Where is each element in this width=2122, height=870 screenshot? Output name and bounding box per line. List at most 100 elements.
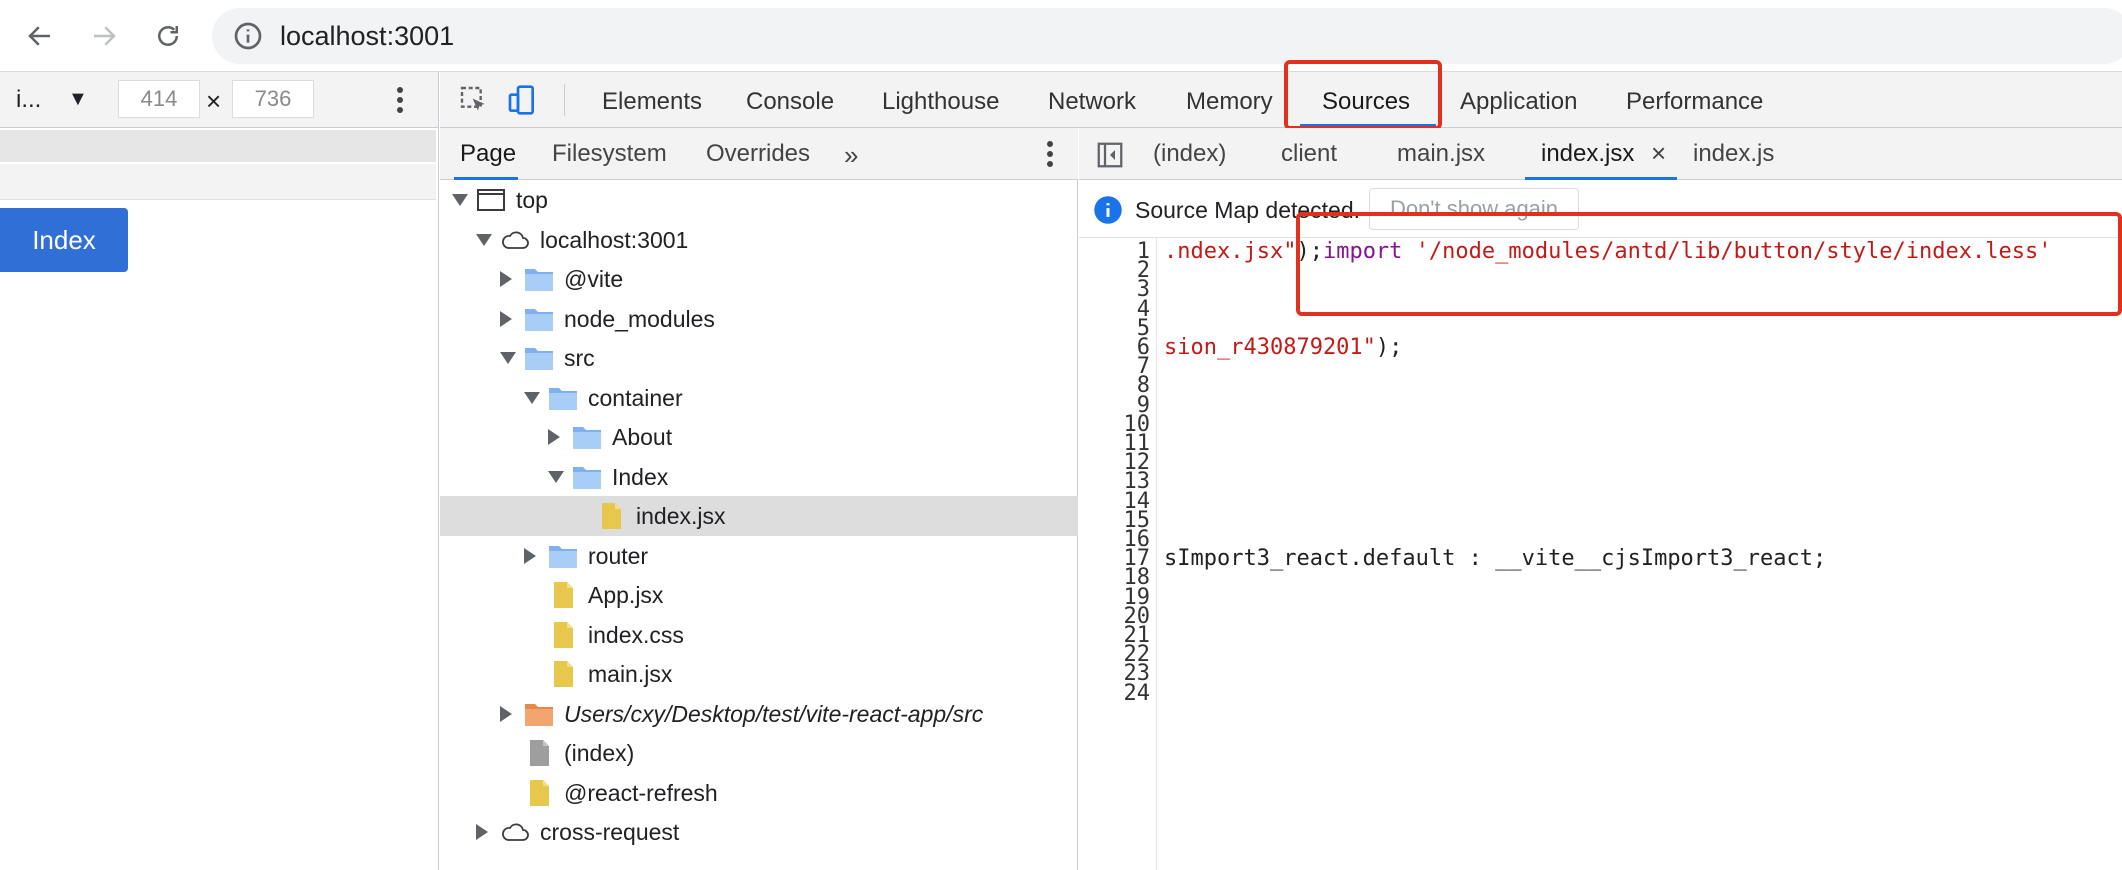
- caret-down-icon[interactable]: ▼: [68, 88, 88, 111]
- expand-arrow-icon[interactable]: [452, 194, 468, 206]
- line-number-gutter: 1 2 3 4 5 6 7 8 9 10 11 12 13 14 15 16 17 18 19 20 21 22 23 24: [1079, 238, 1157, 870]
- editor-tab-main-jsx[interactable]: main.jsx: [1397, 140, 1485, 168]
- device-viewport: i... ▼ 414 × 736 Index: [0, 72, 439, 870]
- line-number[interactable]: 24: [1080, 681, 1151, 706]
- device-select[interactable]: i...: [16, 86, 41, 114]
- width-input[interactable]: 414: [118, 80, 200, 118]
- tree-item[interactable]: main.jsx: [440, 654, 1078, 694]
- tree-item[interactable]: Users/cxy/Desktop/test/vite-react-app/sr…: [440, 694, 1078, 734]
- collapse-arrow-icon[interactable]: [548, 429, 560, 445]
- editor-tabbar: (index) client main.jsx index.jsx × inde…: [1079, 128, 2122, 180]
- tab-lighthouse[interactable]: Lighthouse: [882, 88, 999, 116]
- toggle-navigator-icon[interactable]: [1095, 140, 1125, 170]
- device-toggle-icon[interactable]: [506, 84, 538, 116]
- tree-item-label: @vite: [564, 266, 624, 292]
- more-tabs-icon[interactable]: »: [844, 140, 858, 171]
- tree-item-label: container: [588, 384, 683, 411]
- site-info-icon[interactable]: [232, 20, 264, 52]
- file-icon: [524, 779, 554, 807]
- tree-item[interactable]: index.css: [440, 615, 1078, 655]
- code-token: .ndex.jsx": [1164, 239, 1297, 264]
- folder-icon: [572, 463, 602, 491]
- height-input[interactable]: 736: [232, 80, 314, 118]
- tree-item-label: Index: [612, 463, 669, 490]
- editor-tab-index[interactable]: (index): [1153, 140, 1226, 168]
- folder-icon: [524, 305, 554, 333]
- editor-tab-index-jsx[interactable]: index.jsx: [1541, 140, 1634, 168]
- tree-item-label: App.jsx: [588, 582, 664, 608]
- folder-icon: [524, 344, 554, 372]
- kebab-menu-icon[interactable]: [390, 84, 410, 116]
- browser-toolbar: localhost:3001: [0, 0, 2122, 72]
- tree-item-label: index.jsx: [636, 503, 726, 529]
- tree-item[interactable]: Index: [440, 457, 1078, 497]
- tab-filesystem[interactable]: Filesystem: [552, 140, 667, 168]
- tree-item[interactable]: container: [440, 378, 1078, 418]
- close-tab-icon[interactable]: ×: [1651, 138, 1666, 169]
- back-button[interactable]: [18, 14, 62, 58]
- tree-item[interactable]: @vite: [440, 259, 1078, 299]
- tab-page[interactable]: Page: [460, 140, 516, 168]
- tree-item-label: cross-request: [540, 819, 680, 845]
- tab-memory[interactable]: Memory: [1186, 88, 1273, 116]
- tree-item[interactable]: cross-request: [440, 812, 1078, 852]
- kebab-menu-icon[interactable]: [1040, 138, 1060, 170]
- expand-arrow-icon[interactable]: [500, 352, 516, 364]
- file-gray-icon: [524, 739, 554, 767]
- index-button[interactable]: Index: [0, 208, 128, 272]
- tree-item-label: localhost:3001: [540, 226, 689, 253]
- editor-tab-client[interactable]: client: [1281, 140, 1337, 168]
- collapse-arrow-icon[interactable]: [500, 705, 512, 722]
- forward-arrow-icon: [94, 26, 116, 46]
- devtools-tabbar: Elements Console Lighthouse Network Memo…: [440, 72, 2122, 128]
- tab-overrides[interactable]: Overrides: [706, 140, 810, 168]
- frame-icon: [476, 186, 506, 214]
- tree-item-label: (index): [564, 740, 635, 766]
- tree-item[interactable]: @react-refresh: [440, 773, 1078, 813]
- folder-orange-icon: [524, 700, 554, 728]
- file-icon: [548, 581, 578, 609]
- code-area[interactable]: 1 2 3 4 5 6 7 8 9 10 11 12 13 14 15 16 17 18 19 20 21 22 23 24 …: [1079, 238, 2122, 870]
- tab-elements[interactable]: Elements: [602, 88, 702, 116]
- tab-performance[interactable]: Performance: [1626, 88, 1763, 116]
- code-line-6: sion_r430879201");: [1164, 335, 1402, 360]
- forward-button[interactable]: [82, 14, 126, 58]
- tab-network[interactable]: Network: [1048, 88, 1136, 116]
- tree-item[interactable]: App.jsx: [440, 575, 1078, 615]
- tree-item-label: router: [588, 542, 649, 569]
- file-icon: [596, 502, 626, 530]
- collapse-arrow-icon[interactable]: [500, 271, 512, 287]
- tab-console[interactable]: Console: [746, 88, 834, 116]
- expand-arrow-icon[interactable]: [548, 470, 564, 483]
- expand-arrow-icon[interactable]: [476, 233, 492, 246]
- tree-item-label: node_modules: [564, 305, 715, 332]
- tree-item[interactable]: localhost:3001: [440, 220, 1078, 260]
- back-arrow-icon: [28, 26, 50, 46]
- expand-arrow-icon[interactable]: [524, 391, 540, 404]
- file-icon: [548, 621, 578, 649]
- folder-icon: [524, 265, 554, 293]
- tree-item[interactable]: index.jsx: [440, 496, 1078, 536]
- cloud-icon: [500, 818, 530, 846]
- ruler-bar: [0, 164, 436, 200]
- annotation-box-code: [1296, 212, 2122, 316]
- reload-button[interactable]: [146, 14, 190, 58]
- tab-application[interactable]: Application: [1460, 88, 1577, 116]
- dimension-separator: ×: [206, 86, 222, 116]
- tree-item[interactable]: router: [440, 536, 1078, 576]
- tree-item[interactable]: node_modules: [440, 299, 1078, 339]
- editor-tab-index-js[interactable]: index.js: [1693, 140, 1774, 168]
- tree-item[interactable]: src: [440, 338, 1078, 378]
- address-bar[interactable]: localhost:3001: [212, 8, 2122, 64]
- collapse-arrow-icon[interactable]: [524, 547, 536, 564]
- tree-item[interactable]: top: [440, 180, 1078, 220]
- inspect-element-icon[interactable]: [458, 84, 490, 116]
- tree-item-label: index.css: [588, 621, 684, 648]
- tree-item[interactable]: (index): [440, 733, 1078, 773]
- tree-item[interactable]: About: [440, 417, 1078, 457]
- code-line-17: sImport3_react.default : __vite__cjsImpo…: [1164, 546, 1827, 571]
- collapse-arrow-icon[interactable]: [476, 824, 488, 840]
- tree-item-label: top: [516, 187, 548, 213]
- reload-icon: [158, 26, 178, 46]
- collapse-arrow-icon[interactable]: [500, 310, 512, 327]
